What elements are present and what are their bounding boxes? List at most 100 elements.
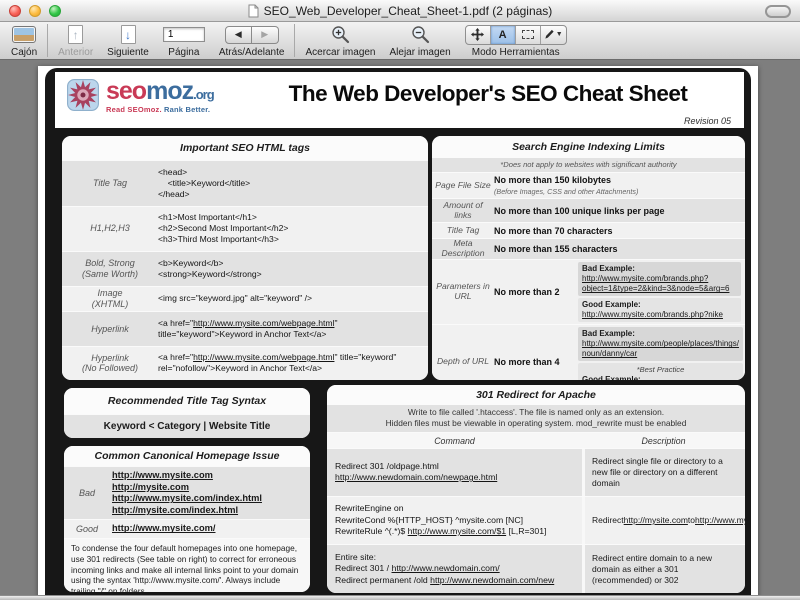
example-url: http://www.mysite.com/people/places/thin… [582, 339, 739, 349]
code-line: <a href="http://www.mysite.com/webpage.h… [158, 352, 399, 374]
move-tool-icon [471, 28, 485, 41]
logo-seo: seo [106, 77, 147, 105]
limit-row: Meta Description No more than 155 charact… [432, 238, 745, 260]
toolbar-separator [294, 24, 296, 57]
example-url: http://www.mysite.com/brands.php?nike [582, 310, 723, 320]
code-line: <h2>Second Most Important</h2> [158, 223, 289, 234]
redirect-description: Redirect entire domain to a new domain a… [582, 545, 745, 593]
best-practice-badge: *Best Practice [636, 365, 685, 375]
close-button[interactable] [9, 4, 21, 17]
limit-label: Amount of links [443, 200, 483, 220]
minimize-button[interactable] [29, 4, 41, 17]
command-line: Redirect 301 /oldpage.html http://www.ne… [335, 460, 498, 483]
canonical-url: http://mysite.com/index.html [112, 504, 239, 515]
panel-search-engine-indexing-limits: Search Engine Indexing Limits *Does not … [432, 136, 745, 380]
window-bottom-edge[interactable] [0, 595, 800, 600]
limit-value: No more than 150 kilobytes [494, 175, 612, 185]
sheet-title: The Web Developer's SEO Cheat Sheet [288, 81, 688, 106]
limit-row: Amount of links No more than 100 unique l… [432, 198, 745, 223]
panel-title: Common Canonical Homepage Issue [64, 446, 310, 466]
window-title: SEO_Web_Developer_Cheat_Sheet-1.pdf (2 p… [0, 4, 800, 18]
url-text: http://www.mysite.com [695, 514, 745, 525]
command-line: RewriteEngine on [335, 503, 404, 514]
command-line: Entire site: [335, 552, 377, 563]
pdf-page: seomoz.org Read SEOmoz. Rank Better. The… [38, 66, 758, 599]
panel-301-redirect-for-apache: 301 Redirect for Apache Write to file ca… [327, 385, 745, 593]
pdf-scroll-area[interactable]: seomoz.org Read SEOmoz. Rank Better. The… [0, 60, 800, 599]
code-line: <h3>Third Most Important</h3> [158, 234, 279, 245]
panel-title: Search Engine Indexing Limits [432, 136, 745, 158]
tool-mode-segmented-control: A ▼ [464, 24, 567, 45]
toolbar-toggle-pill[interactable] [765, 5, 791, 18]
zoom-in-button[interactable]: Acercar imagen [298, 24, 382, 58]
limit-examples: Bad Example: http://www.mysite.com/brands… [578, 260, 745, 324]
seo-tag-label: Hyperlink [91, 323, 129, 334]
revision-label: Revision 05 [683, 116, 731, 126]
code-line: <img src="keyword.jpg" alt="keyword" /> [158, 293, 313, 304]
example-url: http://www.mysite.com/brands.php? [582, 274, 709, 284]
limit-content: No more than 150 kilobytes (Before Image… [494, 173, 745, 198]
redirect-description: Redirect single file or directory to a n… [582, 448, 745, 496]
back-button[interactable]: ◀ [224, 25, 252, 44]
bad-example: Bad Example: http://www.mysite.com/brands… [578, 262, 741, 297]
next-page-button[interactable]: ↓ Siguiente [100, 24, 156, 58]
url-text: http://mysite.com [623, 514, 688, 525]
seo-tag-code: <h1>Most Important</h1> <h2>Second Most I… [158, 207, 428, 252]
seo-tag-label: Bold, Strong (Same Worth) [81, 258, 138, 279]
previous-page-button[interactable]: ↑ Anterior [51, 24, 100, 58]
sheet-header: seomoz.org Read SEOmoz. Rank Better. The… [55, 72, 744, 128]
redirect-command: Redirect 301 /oldpage.html http://www.ne… [327, 449, 582, 496]
seo-tag-label: Hyperlink (No Followed) [81, 352, 139, 374]
zoom-out-button[interactable]: Alejar imagen [383, 24, 458, 58]
limit-examples: Bad Example: http://www.mysite.com/people… [578, 325, 745, 380]
limit-label: Title Tag [446, 225, 480, 235]
text-tool-button[interactable]: A [490, 25, 516, 44]
code-line: <a href="http://www.mysite.com/webpage.h… [158, 317, 340, 339]
canonical-label: Bad [78, 488, 95, 499]
limit-row: Depth of URL No more than 4 Bad Example: ht… [432, 324, 745, 380]
panel-title: 301 Redirect for Apache [327, 385, 745, 405]
logo-tagline: Read SEOmoz. Rank Better. [106, 105, 211, 114]
command-line: RewriteCond %{HTTP_HOST} ^mysite.com [NC… [335, 514, 524, 525]
canonical-note: To condense the four default homepages i… [64, 538, 310, 592]
limit-value: No more than 4 [494, 356, 560, 367]
annotate-tool-button[interactable]: ▼ [541, 26, 566, 44]
limit-label: Page File Size [435, 179, 491, 190]
redirect-column-headers: Command Description [327, 431, 745, 448]
redirect-description: Redirect http://mysite.com to http://www… [582, 496, 745, 545]
url-text: http://www.newdomain.com/newpage.html [335, 472, 498, 483]
move-tool-button[interactable] [466, 25, 491, 44]
redirect-subtitle: Write to file called '.htaccess'. The fi… [327, 405, 745, 432]
panel-important-seo-html-tags: Important SEO HTML tags Title Tag <head> … [62, 136, 428, 380]
page-number-input[interactable] [162, 27, 205, 42]
example-title: Good Example: [582, 300, 641, 310]
seo-tag-row: Title Tag <head> <title>Keyword</title> </… [62, 160, 428, 206]
seo-tag-row: Bold, Strong (Same Worth) <b>Keyword</b> <… [62, 251, 428, 286]
redirect-rows: Redirect 301 /oldpage.html http://www.ne… [327, 447, 745, 593]
select-tool-button[interactable] [516, 25, 541, 44]
example-url: object=1&type=2&kind=3&node=5&arg=6 [582, 284, 730, 294]
code-line: <head> [158, 166, 188, 177]
drawer-icon [12, 26, 37, 43]
redirect-row: Redirect 301 /oldpage.html http://www.ne… [327, 447, 745, 496]
zoom-button[interactable] [49, 4, 61, 17]
forward-button[interactable]: ▶ [251, 25, 279, 44]
good-example: Good Example: http://www.mysite.com/brand… [578, 298, 741, 323]
code-line: <title>Keyword</title> [158, 177, 251, 188]
seo-tags-rows: Title Tag <head> <title>Keyword</title> </… [62, 160, 428, 380]
limit-label: Depth of URL [436, 355, 490, 366]
command-line: Redirect 301 / http://www.newdomain.com/ [335, 563, 500, 574]
page-number-group: Página [156, 24, 212, 58]
example-title: Bad Example: [582, 264, 635, 274]
command-line: Redirect permanent /old http://www.newdo… [335, 574, 555, 585]
zoom-out-icon [411, 26, 429, 44]
code-line: <h1>Most Important</h1> [158, 212, 257, 223]
drawer-button[interactable]: Cajón [4, 24, 44, 58]
url-text: http://www.newdomain.com/ [391, 563, 500, 574]
limit-content: No more than 100 unique links per page [494, 199, 745, 222]
document-proxy-icon [248, 4, 259, 17]
url-text: http://www.mysite.com/webpage.html [193, 317, 335, 328]
url-text: http://www.mysite.com/$1 [407, 526, 507, 537]
limit-row: Parameters in URL No more than 2 Bad Examp… [432, 259, 745, 325]
seo-tag-code: <a href="http://www.mysite.com/webpage.h… [158, 312, 428, 345]
